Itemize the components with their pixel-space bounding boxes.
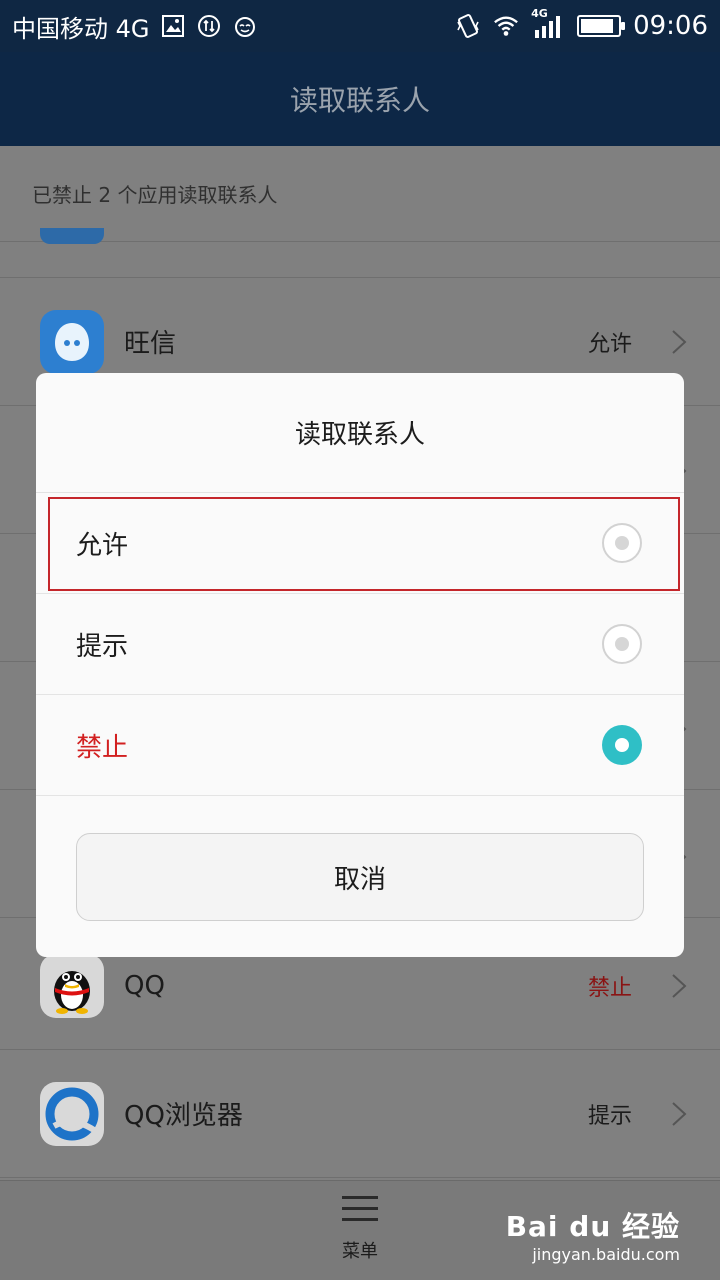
radio-dot [615,637,629,651]
app-permission-status: 允许 [587,331,632,357]
app-name: 旺信 [124,329,177,359]
status-bar: 中国移动 4G 4G 09:06 [0,0,720,52]
option-deny[interactable]: 禁止 [36,695,684,796]
wangxin-app-icon [40,309,104,374]
watermark-logo: Bai du 经验 [505,1210,680,1243]
radio-dot [615,738,629,752]
radio-button[interactable] [602,523,642,563]
status-right: 4G 09:06 [455,7,708,41]
option-allow[interactable]: 允许 [36,493,684,594]
app-name: QQ [124,970,165,1001]
option-label: 提示 [76,631,129,662]
data-transfer-icon [196,13,222,39]
wifi-icon [493,13,519,39]
menu-button[interactable]: 菜单 [320,1195,400,1275]
page-title: 读取联系人 [289,84,430,117]
app-permission-status: 提示 [587,1103,632,1129]
qq-browser-app-icon [40,1081,104,1146]
image-icon [160,13,186,39]
bottom-menu-bar: 菜单 Bai du 经验 jingyan.baidu.com [0,1180,720,1280]
app-header: 读取联系人 [0,52,720,146]
app-permission-status: 禁止 [587,975,632,1001]
status-left: 中国移动 4G [12,9,258,44]
radio-dot [615,536,629,550]
partial-app-icon [40,228,104,244]
radio-button-selected[interactable] [602,725,642,765]
permission-dialog: 读取联系人 允许 提示 禁止 取消 [36,373,684,957]
option-label: 允许 [76,530,129,561]
clock: 09:06 [633,11,708,41]
option-label: 禁止 [76,732,129,763]
qq-app-icon [40,953,104,1018]
chevron-right-icon [666,1101,692,1127]
carrier-label: 中国移动 4G [12,14,150,43]
battery-icon [577,15,626,37]
menu-icon [342,1195,378,1227]
vibrate-icon [455,13,481,39]
option-prompt[interactable]: 提示 [36,594,684,695]
menu-label: 菜单 [342,1241,378,1262]
watermark: Bai du 经验 jingyan.baidu.com [506,1205,680,1264]
blocked-count-text: 已禁止 2 个应用读取联系人 [0,146,720,242]
dialog-title: 读取联系人 [36,373,684,493]
radio-button[interactable] [602,624,642,664]
app-name: QQ浏览器 [124,1101,243,1131]
annotation-highlight-box [48,497,680,591]
chevron-right-icon [666,973,692,999]
watermark-url: jingyan.baidu.com [532,1245,680,1264]
signal-icon: 4G [531,7,565,39]
cancel-button[interactable]: 取消 [76,833,644,921]
chevron-right-icon [666,329,692,355]
network-type-label: 4G [531,7,548,20]
app-row-qq-browser[interactable]: QQ浏览器 提示 [0,1050,720,1178]
face-icon [232,13,258,39]
